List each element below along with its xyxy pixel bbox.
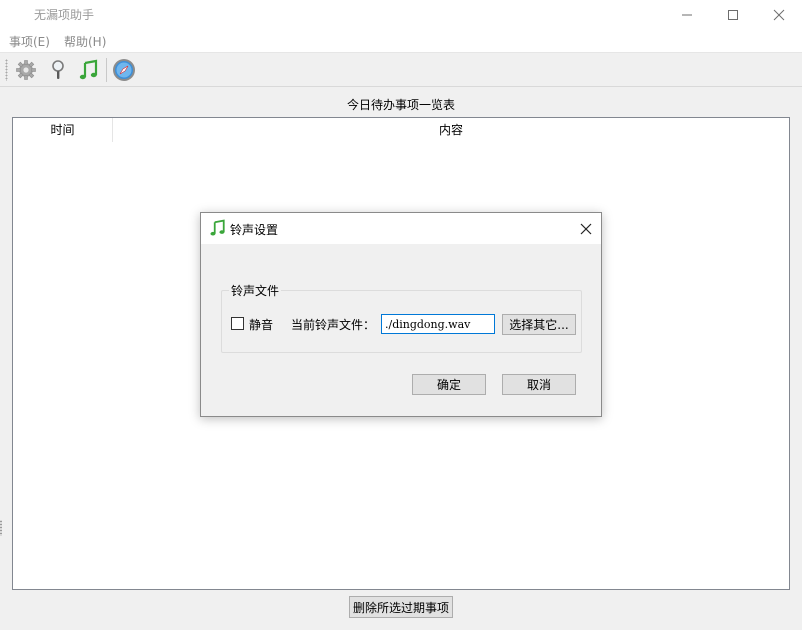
close-button[interactable] [756,0,802,30]
dialog-title: 铃声设置 [230,223,279,237]
column-header-time[interactable]: 时间 [13,118,113,142]
toolbar-grip[interactable] [5,59,8,81]
browse-button[interactable]: 选择其它... [502,314,576,335]
list-title: 今日待办事项一览表 [346,98,455,112]
menu-bar: 事项(E) 帮助(H) [0,30,802,52]
ringtone-button[interactable] [76,57,102,83]
mute-label[interactable]: 静音 [249,316,273,333]
dialog-title-bar: 铃声设置 [201,213,601,244]
menu-item-items[interactable]: 事项(E) [9,33,50,50]
resize-grip[interactable] [0,520,2,536]
minimize-button[interactable] [664,0,710,30]
maximize-button[interactable] [710,0,756,30]
music-note-icon [209,219,227,240]
toolbar [0,52,802,87]
group-title: 铃声文件 [229,282,282,299]
close-icon [580,223,592,235]
title-bar: 无漏项助手 [0,0,802,30]
current-file-label: 当前铃声文件： [291,318,376,332]
minimize-icon [682,14,692,16]
music-note-icon [79,59,98,80]
magnifier-icon [52,60,64,79]
compass-icon [113,59,135,81]
maximize-icon [728,10,738,20]
ringtone-settings-dialog: 铃声设置 铃声文件 静音 当前铃声文件： 选择其它... 确定 取消 [200,212,602,417]
cancel-button[interactable]: 取消 [502,374,576,395]
gear-icon [16,60,36,80]
current-file-input[interactable] [381,314,495,334]
column-header-content[interactable]: 内容 [113,118,789,142]
delete-expired-button[interactable]: 删除所选过期事项 [349,596,453,618]
dialog-close-button[interactable] [575,219,597,239]
mute-checkbox[interactable] [231,317,244,330]
toolbar-separator [106,58,107,82]
search-button[interactable] [45,57,71,83]
about-button[interactable] [111,57,137,83]
window-title: 无漏项助手 [34,8,95,22]
settings-button[interactable] [13,57,39,83]
ok-button[interactable]: 确定 [412,374,486,395]
close-icon [773,9,785,21]
menu-item-help[interactable]: 帮助(H) [64,33,106,50]
